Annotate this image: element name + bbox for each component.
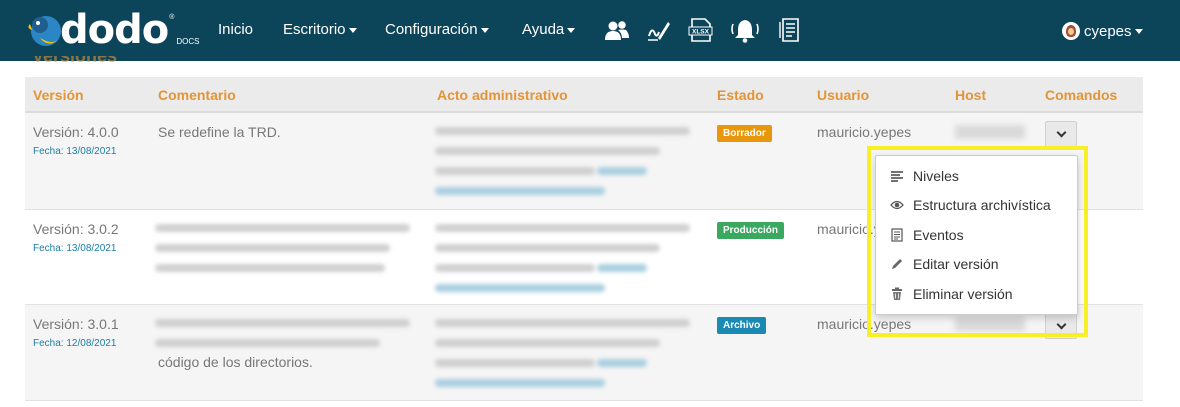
redacted-text [435, 127, 690, 135]
version-date: Fecha: 13/08/2021 [33, 243, 117, 254]
nav-ayuda[interactable]: Ayuda [522, 21, 576, 38]
redacted-text [435, 147, 660, 155]
nav-configuracion[interactable]: Configuración [385, 21, 489, 38]
redacted-text [155, 264, 385, 272]
chevron-down-icon [1056, 127, 1066, 138]
dodo-bird-logo-icon [26, 10, 66, 50]
version-user: mauricio.yepes [817, 124, 912, 140]
logo-text: dodo [60, 7, 169, 53]
header-comandos[interactable]: Comandos [1045, 87, 1117, 103]
redacted-link[interactable] [597, 264, 647, 272]
version-date: Fecha: 12/08/2021 [33, 338, 117, 349]
version-number: Versión: 3.0.2 [33, 221, 119, 237]
xlsx-file-icon[interactable]: XLSX [688, 16, 714, 44]
notification-bell-icon[interactable] [730, 16, 760, 44]
redacted-link[interactable] [435, 187, 605, 195]
header-version[interactable]: Versión [33, 87, 84, 103]
nav-inicio[interactable]: Inicio [218, 21, 253, 38]
highlight-box [867, 146, 1088, 337]
header-acto-administrativo[interactable]: Acto administrativo [437, 87, 568, 103]
header-host[interactable]: Host [955, 87, 986, 103]
document-list-icon[interactable] [777, 16, 803, 44]
caret-down-icon [567, 27, 576, 33]
redacted-text [155, 339, 380, 347]
redacted-host [955, 125, 1025, 139]
redacted-text [435, 167, 595, 175]
redacted-link[interactable] [597, 359, 647, 367]
caret-down-icon [1134, 28, 1143, 34]
users-icon[interactable] [604, 16, 630, 44]
redacted-link[interactable] [435, 379, 605, 387]
redacted-text [155, 244, 390, 252]
redacted-text [435, 339, 660, 347]
header-estado[interactable]: Estado [717, 87, 764, 103]
header-comentario[interactable]: Comentario [158, 87, 236, 103]
commands-dropdown-button[interactable] [1045, 121, 1077, 147]
header-usuario[interactable]: Usuario [817, 87, 869, 103]
status-badge: Producción [717, 222, 785, 239]
dodo-docs-logo[interactable]: dodo ® DOCS [26, 8, 200, 52]
redacted-text [435, 244, 660, 252]
caret-down-icon [348, 27, 357, 33]
status-badge: Archivo [717, 317, 767, 334]
redacted-link[interactable] [435, 284, 605, 292]
svg-text:XLSX: XLSX [692, 29, 710, 36]
redacted-text [155, 224, 410, 232]
version-comment-tail: código de los directorios. [158, 354, 313, 370]
version-number: Versión: 3.0.1 [33, 316, 119, 332]
signature-icon[interactable] [646, 16, 672, 44]
redacted-text [435, 359, 595, 367]
status-badge: Borrador [717, 125, 772, 142]
redacted-text [435, 319, 690, 327]
redacted-link[interactable] [597, 167, 647, 175]
version-date: Fecha: 13/08/2021 [33, 146, 117, 157]
avatar [1062, 22, 1080, 40]
caret-down-icon [480, 27, 489, 33]
nav-ayuda-label: Ayuda [522, 21, 565, 38]
logo-registered: ® [169, 14, 175, 21]
version-comment: Se redefine la TRD. [158, 124, 281, 140]
nav-configuracion-label: Configuración [385, 21, 478, 38]
user-name: cyepes [1084, 22, 1132, 40]
redacted-text [435, 264, 595, 272]
nav-escritorio-label: Escritorio [283, 21, 346, 38]
table-header: Versión Comentario Acto administrativo E… [25, 77, 1143, 113]
version-number: Versión: 4.0.0 [33, 124, 119, 140]
nav-inicio-label: Inicio [218, 21, 254, 38]
redacted-text [155, 319, 410, 327]
redacted-text [435, 224, 690, 232]
user-menu[interactable]: cyepes [1062, 22, 1143, 40]
logo-subtext: DOCS [176, 37, 200, 46]
top-navbar: dodo ® DOCS Inicio Escritorio Configurac… [0, 0, 1180, 61]
nav-escritorio[interactable]: Escritorio [283, 21, 357, 38]
